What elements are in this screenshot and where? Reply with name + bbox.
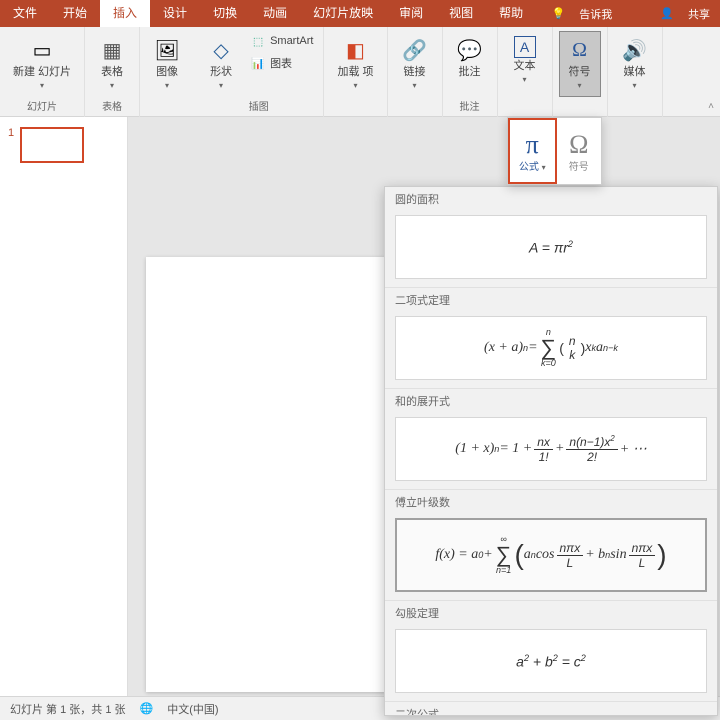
text-icon: A [514, 36, 536, 58]
new-slide-icon: ▭ [28, 36, 56, 64]
status-language[interactable]: 中文(中国) [167, 701, 218, 717]
tellme-icon: 💡 [552, 7, 566, 20]
table-button[interactable]: ▦ 表格▾ [91, 31, 133, 97]
media-icon: 🔊 [621, 36, 649, 64]
tab-help[interactable]: 帮助 [486, 0, 536, 27]
tab-design[interactable]: 设计 [150, 0, 200, 27]
omega-icon-2: Ω [569, 130, 588, 160]
chart-label: 图表 [270, 55, 292, 71]
share-button[interactable]: 共享 [688, 6, 710, 22]
eq-item-circle-area[interactable]: A = πr2 [395, 215, 707, 279]
tab-insert[interactable]: 插入 [100, 0, 150, 27]
eq-item-fourier[interactable]: f(x) = a0 + ∞∑n=1 (an cosnπxL + bn sinnπ… [395, 518, 707, 592]
tab-animations[interactable]: 动画 [250, 0, 300, 27]
eq-section-expansion: 和的展开式 [385, 388, 717, 413]
symbol-button[interactable]: Ω 符号▾ [559, 31, 601, 97]
text-button[interactable]: A 文本▾ [504, 31, 546, 91]
link-label: 链接 [404, 66, 426, 78]
symbol-item-label: 符号 [569, 158, 589, 173]
tellme-button[interactable]: 告诉我 [579, 6, 612, 22]
eq-section-circle: 圆的面积 [385, 187, 717, 211]
eq-item-expansion[interactable]: (1 + x)n = 1 + nx1! + n(n−1)x22! + ⋯ [395, 417, 707, 481]
eq-section-quadratic: 二次公式 [385, 701, 717, 716]
tab-transitions[interactable]: 切换 [200, 0, 250, 27]
symbol-dropdown: π 公式 ▾ Ω 符号 [507, 117, 602, 185]
tab-file[interactable]: 文件 [0, 0, 50, 27]
comment-icon: 💬 [456, 36, 484, 64]
comment-button[interactable]: 💬 批注 [449, 31, 491, 84]
eq-section-fourier: 傅立叶级数 [385, 489, 717, 514]
tab-slideshow[interactable]: 幻灯片放映 [300, 0, 386, 27]
smartart-icon: ⬚ [250, 33, 266, 49]
status-slide-counter: 幻灯片 第 1 张，共 1 张 [10, 701, 126, 717]
eq-section-binomial: 二项式定理 [385, 287, 717, 312]
tab-view[interactable]: 视图 [436, 0, 486, 27]
eq-item-binomial[interactable]: (x + a)n = n∑k=0 (nk) xkan−k [395, 316, 707, 380]
group-illustrations-label: 插图 [249, 98, 269, 115]
image-icon: 🖼 [153, 36, 181, 64]
media-label: 媒体 [624, 66, 646, 78]
ribbon: ▭ 新建 幻灯片▾ 幻灯片 ▦ 表格▾ 表格 🖼 图像▾ ◇ 形状▾ [0, 27, 720, 117]
group-comments-label: 批注 [460, 98, 480, 115]
pi-icon: π [526, 130, 539, 160]
omega-icon: Ω [566, 36, 594, 64]
shapes-icon: ◇ [207, 36, 235, 64]
comment-label: 批注 [459, 66, 481, 78]
equation-item-label: 公式 [519, 162, 539, 173]
shapes-button[interactable]: ◇ 形状▾ [200, 31, 242, 97]
link-icon: 🔗 [401, 36, 429, 64]
shapes-label: 形状 [210, 66, 232, 78]
media-button[interactable]: 🔊 媒体▾ [614, 31, 656, 97]
smartart-button[interactable]: ⬚ SmartArt [246, 31, 317, 51]
addin-label: 加载 项 [337, 66, 373, 78]
symbol-item[interactable]: Ω 符号 [557, 118, 602, 184]
chart-icon: 📊 [250, 55, 266, 71]
tab-bar: 文件 开始 插入 设计 切换 动画 幻灯片放映 审阅 视图 帮助 💡 告诉我 👤… [0, 0, 720, 27]
eq-item-pythagoras[interactable]: a2 + b2 = c2 [395, 629, 707, 693]
table-icon: ▦ [98, 36, 126, 64]
new-slide-label: 新建 幻灯片 [13, 66, 71, 78]
image-label: 图像 [156, 66, 178, 78]
addin-button[interactable]: ◧ 加载 项▾ [330, 31, 380, 97]
eq-section-pythagoras: 勾股定理 [385, 600, 717, 625]
tab-home[interactable]: 开始 [50, 0, 100, 27]
equation-gallery: 圆的面积 A = πr2 二项式定理 (x + a)n = n∑k=0 (nk)… [384, 186, 718, 716]
smartart-label: SmartArt [270, 35, 313, 47]
table-label: 表格 [101, 66, 123, 78]
slide[interactable] [146, 257, 386, 692]
chart-button[interactable]: 📊图表 [246, 53, 317, 73]
equation-item[interactable]: π 公式 ▾ [508, 118, 557, 184]
new-slide-button[interactable]: ▭ 新建 幻灯片▾ [6, 31, 78, 97]
share-icon: 👤 [660, 7, 674, 20]
text-label: 文本 [514, 60, 536, 72]
link-button[interactable]: 🔗 链接▾ [394, 31, 436, 97]
symbol-label: 符号 [569, 66, 591, 78]
group-slides-label: 幻灯片 [27, 98, 57, 115]
status-lang-icon: 🌐 [140, 702, 154, 715]
image-button[interactable]: 🖼 图像▾ [146, 31, 188, 97]
tab-review[interactable]: 审阅 [386, 0, 436, 27]
slide-thumbnail-1[interactable] [20, 127, 84, 163]
slide-thumbnails-pane: 1 [0, 117, 128, 696]
collapse-ribbon-button[interactable]: ˄ [708, 101, 714, 112]
addin-icon: ◧ [342, 36, 370, 64]
thumb-number: 1 [8, 127, 14, 163]
group-table-label: 表格 [102, 98, 122, 115]
